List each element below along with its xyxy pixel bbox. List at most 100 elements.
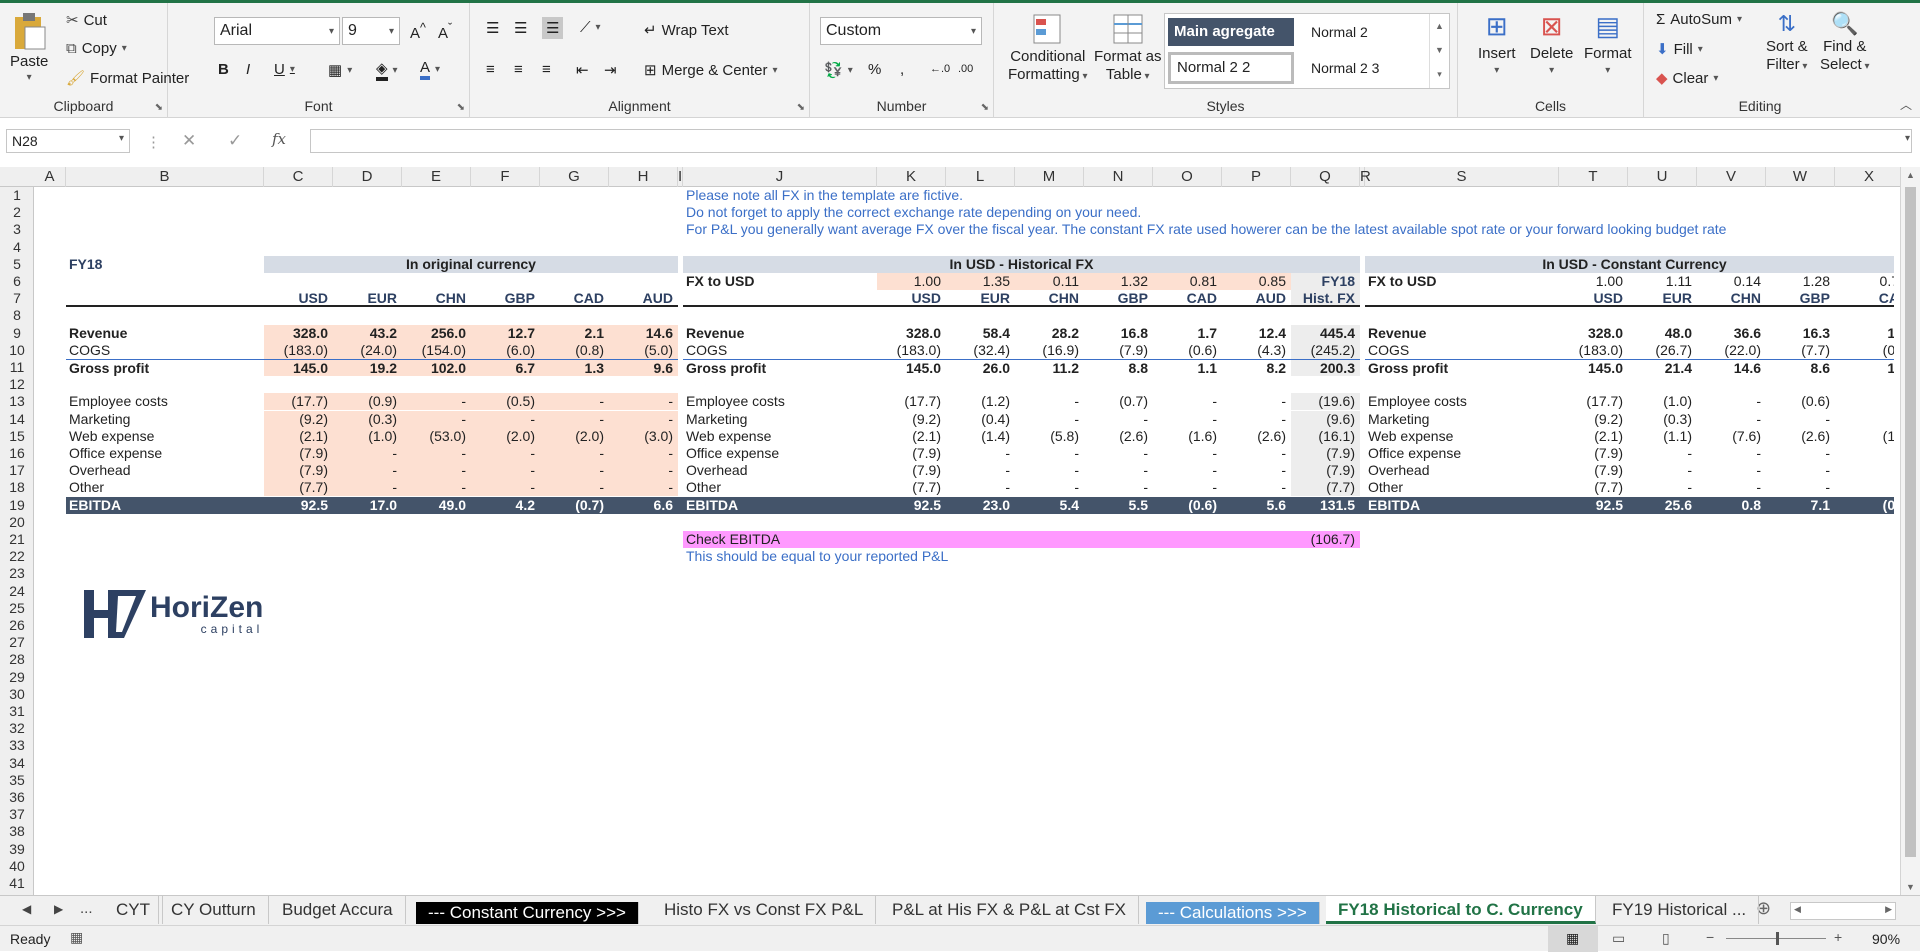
pl-value-cell[interactable]: 6.7: [471, 359, 540, 376]
pl-value-cell[interactable]: (0.: [1835, 342, 1894, 359]
row-header[interactable]: 17: [0, 462, 34, 479]
pl-value-cell[interactable]: -: [609, 445, 678, 462]
pl-value-cell[interactable]: -: [471, 462, 540, 480]
row-header[interactable]: 36: [0, 789, 34, 806]
pl-value-cell[interactable]: -: [1015, 393, 1084, 410]
note-text[interactable]: For P&L you generally want average FX ov…: [683, 221, 1835, 238]
pl-value-cell[interactable]: 0.8: [1697, 496, 1766, 514]
pl-value-cell[interactable]: -: [540, 410, 609, 428]
pl-row-label[interactable]: Employee costs: [66, 393, 264, 410]
currency-header[interactable]: USD: [877, 290, 946, 308]
pl-value-cell[interactable]: 19.2: [333, 359, 402, 376]
header-underline[interactable]: [66, 290, 264, 308]
pl-value-cell[interactable]: 26.0: [946, 359, 1015, 376]
pl-value-cell[interactable]: -: [1084, 411, 1153, 428]
row-header[interactable]: 31: [0, 703, 34, 720]
pl-value-cell[interactable]: -: [1697, 411, 1766, 428]
column-header[interactable]: B: [66, 167, 264, 187]
pl-total-cell[interactable]: 200.3: [1291, 359, 1360, 376]
pl-value-cell[interactable]: (0.7): [540, 496, 609, 514]
autosum-button[interactable]: Σ AutoSum ▾: [1656, 11, 1742, 28]
column-header[interactable]: K: [877, 167, 946, 187]
pl-row-label[interactable]: Other: [1365, 479, 1559, 496]
column-header[interactable]: O: [1153, 167, 1222, 187]
row-header[interactable]: 30: [0, 686, 34, 703]
pl-row-label[interactable]: Office expense: [683, 445, 877, 462]
pl-value-cell[interactable]: -: [402, 462, 471, 480]
pl-value-cell[interactable]: [1835, 445, 1894, 462]
sheet-tab[interactable]: Histo FX vs Const FX P&L: [652, 896, 877, 924]
sheet-tab[interactable]: FY19 Historical ...: [1600, 896, 1760, 924]
pl-total-cell[interactable]: (7.9): [1291, 462, 1360, 480]
pl-value-cell[interactable]: 6.6: [609, 496, 678, 514]
row-header[interactable]: 10: [0, 342, 34, 359]
fill-color-button[interactable]: ◈ ▾: [376, 59, 398, 81]
currency-header[interactable]: EUR: [333, 290, 402, 308]
pl-value-cell[interactable]: -: [471, 479, 540, 497]
pl-value-cell[interactable]: -: [1222, 462, 1291, 479]
pl-value-cell[interactable]: -: [471, 410, 540, 428]
pl-value-cell[interactable]: (7.7): [264, 479, 333, 497]
fx-rate-cell[interactable]: 0.11: [1015, 273, 1084, 290]
row-header[interactable]: 21: [0, 531, 34, 548]
pl-value-cell[interactable]: -: [1153, 462, 1222, 479]
pl-value-cell[interactable]: -: [1084, 479, 1153, 496]
column-header[interactable]: E: [402, 167, 471, 187]
pl-value-cell[interactable]: (0.9): [333, 393, 402, 411]
pl-value-cell[interactable]: -: [609, 393, 678, 411]
pl-value-cell[interactable]: 21.4: [1628, 359, 1697, 376]
pl-value-cell[interactable]: (2.6): [1222, 428, 1291, 445]
pl-value-cell[interactable]: (7.9): [877, 462, 946, 479]
currency-header[interactable]: CAD: [540, 290, 609, 308]
pl-value-cell[interactable]: -: [540, 479, 609, 497]
fx-rate-cell[interactable]: 1.32: [1084, 273, 1153, 290]
pl-value-cell[interactable]: 145.0: [1559, 359, 1628, 376]
pl-value-cell[interactable]: -: [1153, 393, 1222, 410]
fx-rate-cell[interactable]: 0.7: [1835, 273, 1894, 290]
copy-button[interactable]: ⧉ Copy ▾: [66, 40, 127, 57]
normal-view-button[interactable]: ▦: [1548, 926, 1598, 952]
section-historical-header[interactable]: In USD - Historical FX: [683, 255, 1360, 273]
pl-value-cell[interactable]: 7.1: [1766, 496, 1835, 514]
pl-value-cell[interactable]: -: [1628, 479, 1697, 496]
pl-value-cell[interactable]: -: [1153, 411, 1222, 428]
pl-value-cell[interactable]: -: [1084, 462, 1153, 479]
column-header[interactable]: Q: [1291, 167, 1360, 187]
format-as-table-button[interactable]: Format as Table ▾: [1094, 11, 1162, 83]
middle-align-button[interactable]: ☰: [514, 19, 527, 37]
pl-value-cell[interactable]: -: [540, 445, 609, 462]
pl-value-cell[interactable]: 1.1: [1153, 359, 1222, 376]
underline-button[interactable]: U ▾: [274, 61, 295, 78]
fx-rate-cell[interactable]: 1.11: [1628, 273, 1697, 290]
column-header[interactable]: L: [946, 167, 1015, 187]
currency-header[interactable]: USD: [1559, 290, 1628, 308]
pl-value-cell[interactable]: (7.6): [1697, 428, 1766, 445]
pl-value-cell[interactable]: (16.9): [1015, 342, 1084, 359]
section-original-header[interactable]: In original currency: [264, 255, 678, 273]
pl-value-cell[interactable]: -: [1153, 445, 1222, 462]
pl-row-label[interactable]: EBITDA: [66, 496, 264, 514]
pl-value-cell[interactable]: 14.6: [609, 324, 678, 342]
column-header[interactable]: D: [333, 167, 402, 187]
pl-value-cell[interactable]: -: [1628, 462, 1697, 479]
pl-value-cell[interactable]: -: [1015, 479, 1084, 496]
currency-header[interactable]: AUD: [609, 290, 678, 308]
pl-value-cell[interactable]: 8.6: [1766, 359, 1835, 376]
row-header[interactable]: 5: [0, 256, 34, 273]
accounting-format-button[interactable]: 💱 ▾: [824, 61, 853, 79]
increase-indent-button[interactable]: ⇥: [604, 61, 617, 79]
pl-value-cell[interactable]: -: [946, 462, 1015, 479]
pl-value-cell[interactable]: (2.0): [540, 427, 609, 445]
pl-value-cell[interactable]: -: [402, 445, 471, 462]
pl-value-cell[interactable]: (0.5): [471, 393, 540, 411]
check-ebitda-label[interactable]: Check EBITDA: [683, 531, 1291, 548]
pl-value-cell[interactable]: -: [1766, 411, 1835, 428]
pl-row-label[interactable]: Overhead: [1365, 462, 1559, 479]
fx-rate-cell[interactable]: 0.14: [1697, 273, 1766, 290]
row-header[interactable]: 14: [0, 411, 34, 428]
scroll-thumb[interactable]: [1905, 187, 1916, 857]
pl-value-cell[interactable]: (2.6): [1766, 428, 1835, 445]
pl-value-cell[interactable]: 16.8: [1084, 325, 1153, 342]
row-header[interactable]: 4: [0, 239, 34, 256]
pl-value-cell[interactable]: 256.0: [402, 324, 471, 342]
